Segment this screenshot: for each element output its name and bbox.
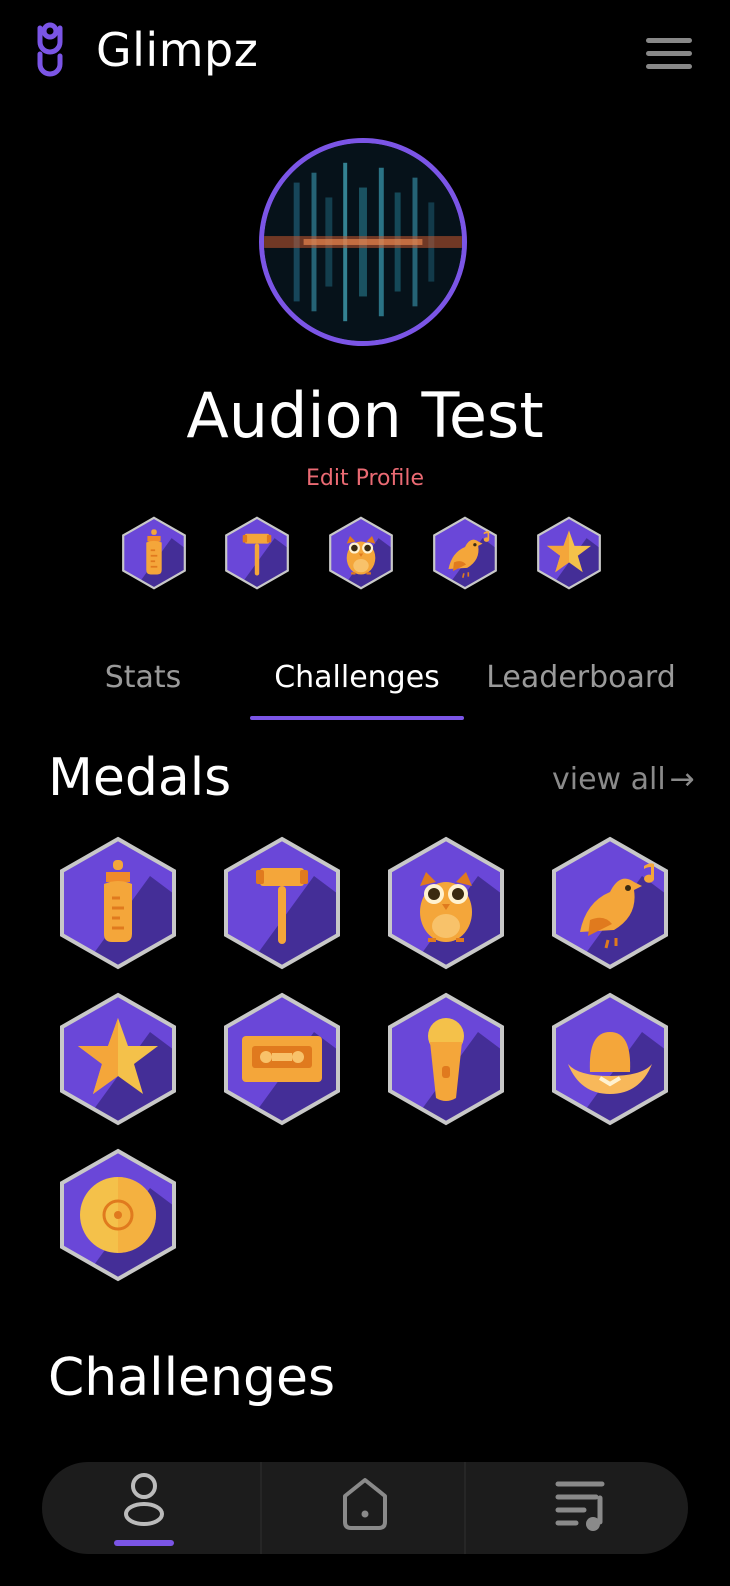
- singing-bird-icon[interactable]: [550, 836, 670, 970]
- tab-leaderboard[interactable]: Leaderboard: [476, 656, 686, 716]
- owl-icon[interactable]: [328, 516, 394, 590]
- owl-icon[interactable]: [386, 836, 506, 970]
- view-all-label: view all: [552, 762, 666, 797]
- arrow-right-icon: →: [669, 762, 695, 797]
- cowboy-hat-icon[interactable]: [550, 992, 670, 1126]
- nav-active-indicator: [114, 1540, 174, 1546]
- edit-profile-link[interactable]: Edit Profile: [0, 464, 730, 494]
- star-icon[interactable]: [58, 992, 178, 1126]
- tab-challenges[interactable]: Challenges: [250, 656, 464, 716]
- vinyl-record-icon[interactable]: [58, 1148, 178, 1282]
- playlist-icon: [555, 1481, 605, 1531]
- tab-stats[interactable]: Stats: [48, 656, 238, 716]
- gavel-icon[interactable]: [222, 836, 342, 970]
- profile-icon: [124, 1473, 164, 1526]
- view-all-link[interactable]: view all →: [552, 760, 695, 800]
- menu-bar-icon: [646, 38, 692, 43]
- profile-name: Audion Test: [186, 379, 544, 452]
- app-logo: [32, 22, 68, 78]
- medals-title: Medals: [48, 748, 232, 808]
- gavel-icon[interactable]: [224, 516, 290, 590]
- active-tab-indicator: [250, 716, 464, 720]
- star-icon[interactable]: [536, 516, 602, 590]
- menu-bar-icon: [646, 64, 692, 69]
- nav-profile-button[interactable]: [99, 1470, 189, 1546]
- nav-playlist-button[interactable]: [540, 1470, 630, 1546]
- microphone-icon[interactable]: [386, 992, 506, 1126]
- app-title: Glimpz: [96, 23, 259, 77]
- avatar[interactable]: [259, 138, 467, 346]
- singing-bird-icon[interactable]: [432, 516, 498, 590]
- nav-home-button[interactable]: [320, 1470, 410, 1546]
- baby-bottle-icon[interactable]: [58, 836, 178, 970]
- nav-divider: [464, 1462, 466, 1554]
- menu-bar-icon: [646, 51, 692, 56]
- home-icon: [343, 1478, 387, 1530]
- baby-bottle-icon[interactable]: [121, 516, 187, 590]
- nav-divider: [260, 1462, 262, 1554]
- menu-button[interactable]: [646, 36, 694, 76]
- cassette-tape-icon[interactable]: [222, 992, 342, 1126]
- challenges-title: Challenges: [48, 1348, 336, 1408]
